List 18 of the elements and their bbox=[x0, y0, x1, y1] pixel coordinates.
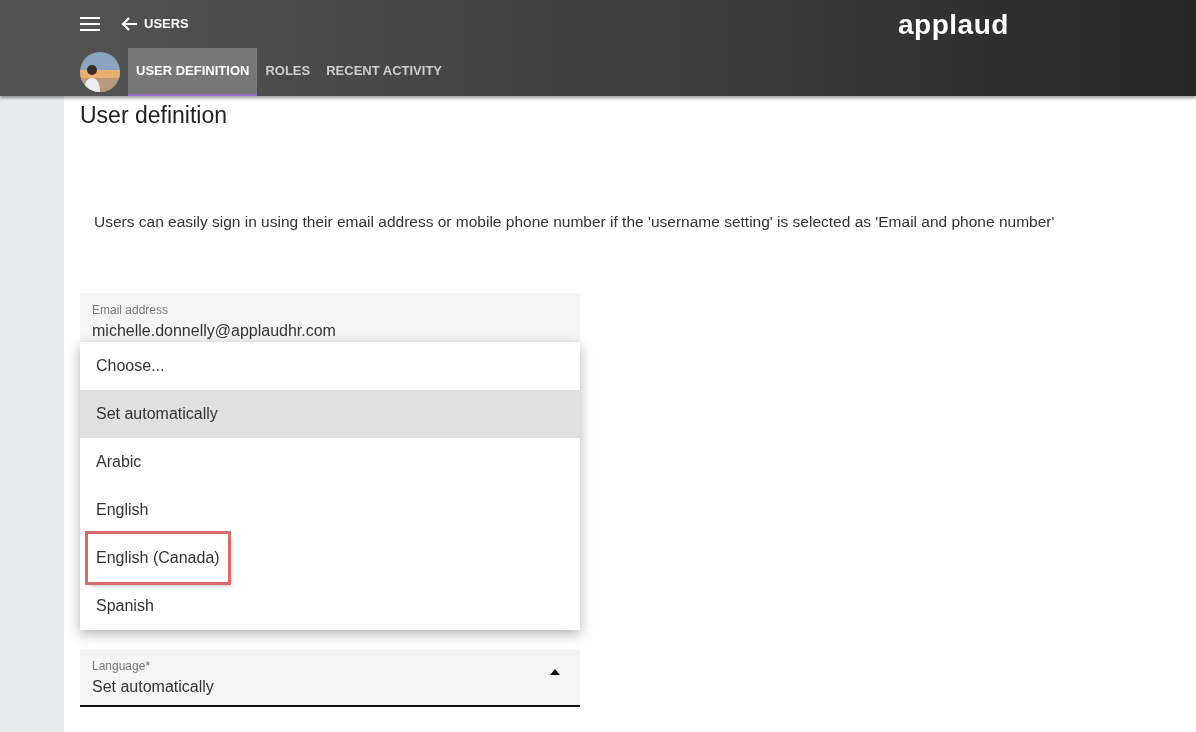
caret-icon bbox=[550, 668, 560, 675]
back-arrow-icon bbox=[120, 16, 138, 32]
menu-option[interactable]: Set automatically bbox=[80, 390, 580, 438]
menu-option[interactable]: Spanish bbox=[80, 582, 580, 630]
logo: applaud bbox=[898, 8, 1009, 42]
info-text: Users can easily sign in using their email address or mobile phone number if the 'username setting' is selected as 'Email and phone number' bbox=[94, 211, 1056, 232]
menu-icon[interactable] bbox=[80, 17, 100, 31]
menu-option[interactable]: Arabic bbox=[80, 438, 580, 486]
page-title: User definition bbox=[80, 102, 229, 130]
tab[interactable]: ROLES bbox=[257, 48, 319, 96]
back-link[interactable]: USERS bbox=[120, 14, 189, 34]
tab[interactable]: RECENT ACTIVITY bbox=[318, 48, 450, 96]
menu-option[interactable]: English (Canada) bbox=[80, 534, 580, 582]
avatar bbox=[80, 52, 120, 92]
tab[interactable]: USER DEFINITION bbox=[128, 48, 258, 96]
menu-option[interactable]: English bbox=[80, 486, 580, 534]
menu-option[interactable]: Choose... bbox=[80, 342, 580, 390]
language-select[interactable]: Language* Set automatically bbox=[80, 648, 580, 707]
